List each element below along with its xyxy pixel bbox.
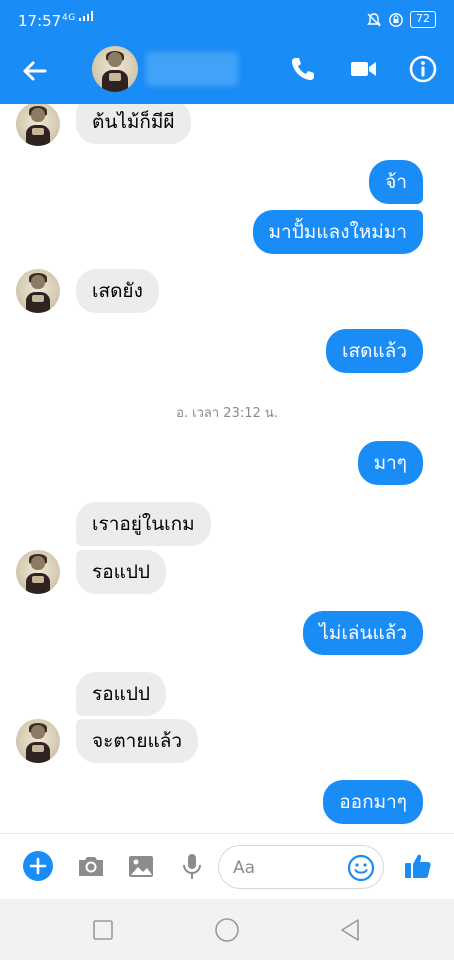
message-bubble-outgoing[interactable]: จ้า <box>369 160 423 204</box>
network-label: 4G <box>62 13 76 23</box>
bell-muted-icon <box>367 12 381 26</box>
message-input[interactable] <box>233 855 343 881</box>
status-bar: 17:57 4G 72 <box>0 0 454 38</box>
sender-avatar[interactable] <box>16 719 60 763</box>
timestamp-divider: อ. เวลา 23:12 น. <box>176 406 278 421</box>
sender-avatar[interactable] <box>16 269 60 313</box>
message-composer <box>0 833 454 899</box>
contact-avatar[interactable] <box>92 46 138 92</box>
sender-avatar[interactable] <box>16 104 60 146</box>
message-bubble-incoming[interactable]: ต้นไม้ก็มีผี <box>76 104 191 144</box>
message-bubble-incoming[interactable]: รอแปป <box>76 672 166 716</box>
info-icon[interactable] <box>406 52 440 86</box>
message-bubble-outgoing[interactable]: มาปั้มแลงใหม่มา <box>252 210 423 254</box>
message-bubble-incoming[interactable]: รอแปป <box>76 550 166 594</box>
message-bubble-outgoing[interactable]: ออกมาๆ <box>323 780 423 824</box>
back-arrow-icon[interactable] <box>18 54 52 88</box>
message-input-box[interactable] <box>218 845 384 889</box>
battery-level: 72 <box>410 11 436 28</box>
back-triangle-icon[interactable] <box>338 917 364 943</box>
sender-avatar[interactable] <box>16 550 60 594</box>
image-icon[interactable] <box>125 850 157 882</box>
recents-square-icon[interactable] <box>90 917 116 943</box>
signal-icon <box>79 11 94 21</box>
message-bubble-outgoing[interactable]: มาๆ <box>357 441 423 485</box>
emoji-icon[interactable] <box>347 854 375 882</box>
top-bar: 17:57 4G 72 <box>0 0 454 104</box>
video-camera-icon[interactable] <box>346 52 380 86</box>
chat-header <box>0 38 454 104</box>
message-bubble-incoming[interactable]: จะตายแล้ว <box>76 719 199 763</box>
camera-icon[interactable] <box>75 850 107 882</box>
message-bubble-incoming[interactable]: เสดยัง <box>76 269 159 313</box>
contact-name-redacted[interactable] <box>146 52 238 86</box>
plus-icon[interactable] <box>22 850 54 882</box>
status-right: 72 <box>366 11 436 28</box>
thumbs-up-icon[interactable] <box>402 850 434 882</box>
phone-icon[interactable] <box>286 52 320 86</box>
message-bubble-outgoing[interactable]: เสดแล้ว <box>326 329 423 373</box>
message-bubble-outgoing[interactable]: ไม่เล่นแล้ว <box>303 611 423 655</box>
system-navigation-bar <box>0 899 454 960</box>
network-indicator: 4G <box>62 11 94 23</box>
message-list[interactable]: ต้นไม้ก็มีผี จ้า มาปั้มแลงใหม่มา เสดยัง … <box>0 104 454 833</box>
status-time: 17:57 <box>18 12 62 30</box>
alarm-lock-icon <box>389 12 403 27</box>
message-bubble-incoming[interactable]: เราอยู่ในเกม <box>76 502 211 546</box>
microphone-icon[interactable] <box>176 850 208 882</box>
home-circle-icon[interactable] <box>214 917 240 943</box>
